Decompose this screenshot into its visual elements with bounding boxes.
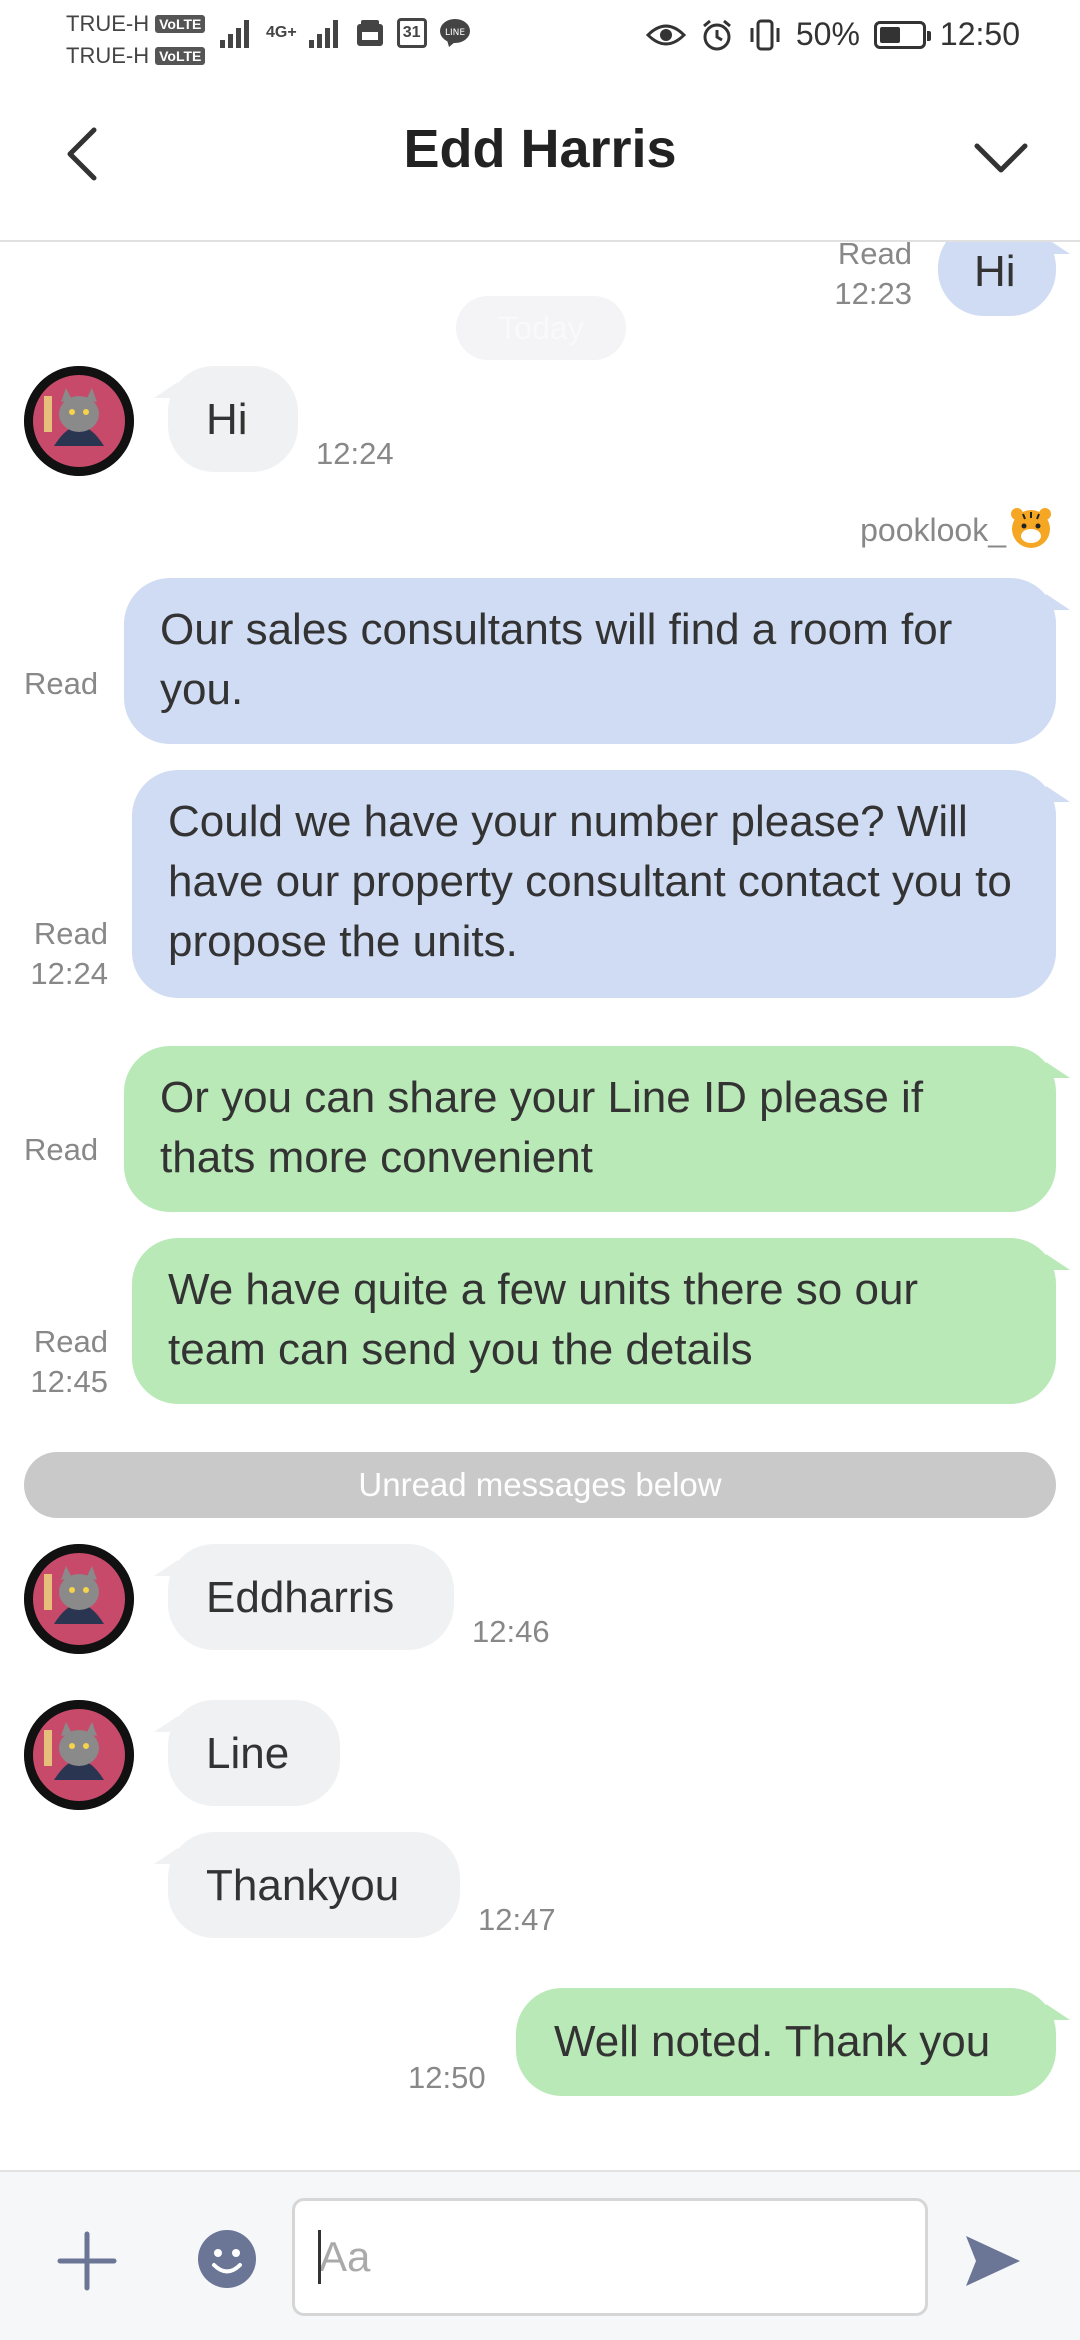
message-text: Hi (206, 395, 248, 444)
message-text: Eddharris (206, 1573, 395, 1622)
message-text: Or you can share your Line ID please if … (160, 1073, 924, 1182)
status-icons-left: 4G+ 31 LINE (220, 18, 471, 48)
network-type-label: 4G+ (266, 24, 297, 41)
message-input[interactable] (292, 2198, 928, 2316)
signal-icon-2 (308, 20, 338, 48)
status-bar: TRUE-H VoLTE TRUE-H VoLTE 4G+ 31 LINE 50… (0, 0, 1080, 72)
message-input-bar (0, 2170, 1080, 2340)
alarm-icon (702, 19, 731, 50)
outgoing-message[interactable]: Our sales consultants will find a room f… (124, 578, 1070, 744)
date-separator: Today (456, 296, 626, 360)
cat-avatar-icon (24, 1700, 134, 1810)
status-icons-right: 50% 12:50 (645, 16, 1020, 53)
message-status: Read (24, 666, 99, 701)
message-status: Read 12:45 (30, 1324, 108, 1399)
message-text: Line (206, 1729, 290, 1778)
calendar-icon: 31 (396, 18, 427, 48)
chevron-down-icon (974, 143, 1028, 173)
message-list[interactable]: Read 12:23 Hi Today Hi 12:24 pooklook_ R… (0, 242, 1080, 2170)
message-time: 12:24 (316, 436, 394, 471)
sender-name: pooklook_ (860, 512, 1006, 548)
volte-badge: VoLTE (155, 15, 206, 33)
eye-icon (645, 24, 686, 45)
outgoing-message[interactable]: Or you can share your Line ID please if … (124, 1046, 1070, 1212)
message-status: Read 12:23 (834, 242, 912, 311)
cat-avatar-icon (24, 1544, 134, 1654)
unread-separator: Unread messages below (24, 1452, 1056, 1518)
volte-badge-2: VoLTE (155, 47, 206, 65)
message-time: 12:47 (478, 1902, 556, 1937)
outgoing-message[interactable]: Well noted. Thank you (516, 1988, 1070, 2096)
avatar[interactable] (24, 366, 134, 476)
incoming-message[interactable]: Hi (154, 366, 298, 472)
menu-toggle-button[interactable] (966, 128, 1036, 188)
message-text: Thankyou (206, 1861, 400, 1910)
battery-level-fill (879, 26, 900, 43)
outgoing-message[interactable]: We have quite a few units there so our t… (132, 1238, 1070, 1404)
carrier-2-label: TRUE-H (66, 43, 150, 68)
clock: 12:50 (939, 16, 1020, 52)
plus-icon[interactable] (54, 2228, 120, 2294)
notification-app-icon (356, 20, 383, 46)
tiger-emoji-icon (1011, 508, 1051, 548)
incoming-message[interactable]: Eddharris (154, 1544, 454, 1650)
outgoing-message[interactable]: Hi (938, 242, 1070, 316)
message-text: Could we have your number please? Will h… (168, 797, 1012, 966)
outgoing-message[interactable]: Could we have your number please? Will h… (132, 770, 1070, 998)
carrier-1-label: TRUE-H (66, 11, 150, 36)
avatar[interactable] (24, 1544, 134, 1654)
carrier-info: TRUE-H VoLTE TRUE-H VoLTE (66, 8, 206, 72)
svg-text:LINE: LINE (445, 28, 465, 38)
cat-avatar-icon (24, 366, 134, 476)
avatar[interactable] (24, 1700, 134, 1810)
message-text: Well noted. Thank you (554, 2017, 991, 2066)
send-icon[interactable] (960, 2228, 1026, 2294)
vibrate-icon (750, 19, 780, 50)
message-status: Read 12:24 (30, 916, 108, 991)
incoming-message[interactable]: Thankyou (154, 1832, 460, 1938)
message-text: Hi (974, 247, 1016, 296)
battery-icon (873, 20, 931, 49)
signal-icon (220, 20, 249, 48)
battery-percent: 50% (795, 16, 860, 52)
line-app-icon: LINE (439, 19, 470, 47)
message-time: 12:50 (408, 2060, 486, 2095)
message-text: Our sales consultants will find a room f… (160, 605, 953, 714)
emoji-icon[interactable] (196, 2228, 258, 2290)
message-text: We have quite a few units there so our t… (168, 1265, 919, 1374)
chat-header: Edd Harris (0, 72, 1080, 242)
message-time: 12:46 (472, 1614, 550, 1649)
chat-title: Edd Harris (403, 119, 677, 179)
message-status: Read (24, 1132, 99, 1167)
text-cursor (318, 2230, 321, 2284)
incoming-message[interactable]: Line (154, 1700, 340, 1806)
